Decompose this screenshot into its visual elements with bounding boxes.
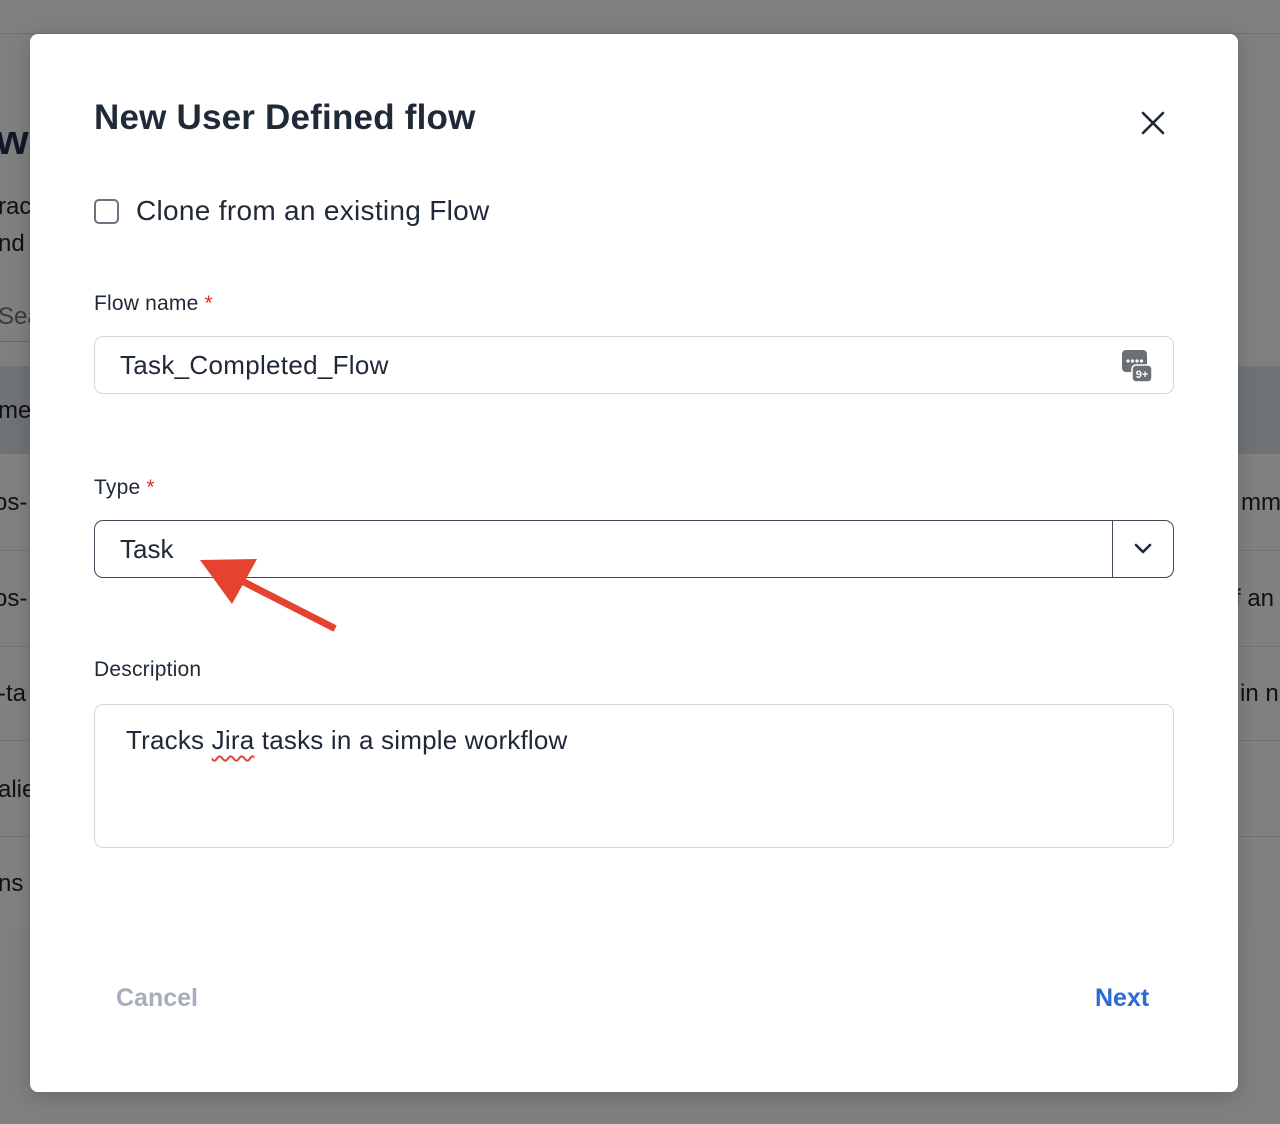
description-text-start: Tracks (126, 725, 212, 755)
flow-name-label: Flow name * (94, 292, 213, 316)
type-label-text: Type (94, 476, 141, 499)
cancel-button[interactable]: Cancel (116, 984, 198, 1013)
background-row-fragment: os- (0, 489, 28, 516)
description-text-end: tasks in a simple workflow (254, 725, 568, 755)
flow-name-value[interactable]: Task_Completed_Flow (120, 350, 389, 381)
background-heading-fragment: w (0, 116, 29, 163)
background-row-fragment: ns (0, 870, 24, 897)
flow-name-input[interactable]: Task_Completed_Flow 9+ (94, 336, 1174, 394)
clone-checkbox-label[interactable]: Clone from an existing Flow (136, 195, 490, 227)
description-label: Description (94, 658, 202, 681)
password-manager-badge: 9+ (1136, 369, 1149, 381)
dialog-title: New User Defined flow (94, 98, 476, 137)
misspelled-word: Jira (211, 725, 255, 755)
clone-option[interactable]: Clone from an existing Flow (94, 194, 490, 228)
type-selected-value[interactable]: Task (95, 534, 1112, 565)
required-marker: * (146, 476, 155, 499)
password-manager-icon[interactable]: 9+ (1121, 349, 1153, 383)
close-icon (1141, 111, 1165, 135)
type-dropdown-toggle[interactable] (1113, 521, 1173, 577)
clone-checkbox[interactable] (94, 198, 119, 224)
type-label: Type * (94, 476, 155, 500)
background-row-fragment: mm (1241, 489, 1280, 516)
background-row-fragment: f an (1234, 585, 1275, 612)
new-flow-dialog: New User Defined flow Clone from an exis… (30, 34, 1238, 1092)
next-button[interactable]: Next (1095, 984, 1149, 1013)
required-marker: * (204, 292, 213, 315)
description-textarea[interactable]: Tracks Jira tasks in a simple workflow (94, 704, 1174, 848)
type-select[interactable]: Task (94, 520, 1174, 578)
close-button[interactable] (1134, 104, 1172, 142)
background-text-fragment: nd (0, 230, 25, 257)
background-row-fragment: in n (1240, 680, 1279, 707)
chevron-down-icon (1134, 543, 1152, 554)
background-row-fragment: -ta (0, 680, 27, 707)
description-value[interactable]: Tracks Jira tasks in a simple workflow (126, 725, 568, 755)
background-column-fragment: me (0, 397, 32, 424)
background-row-fragment: os- (0, 585, 28, 612)
background-text-fragment: rac (0, 193, 32, 220)
flow-name-label-text: Flow name (94, 292, 199, 315)
